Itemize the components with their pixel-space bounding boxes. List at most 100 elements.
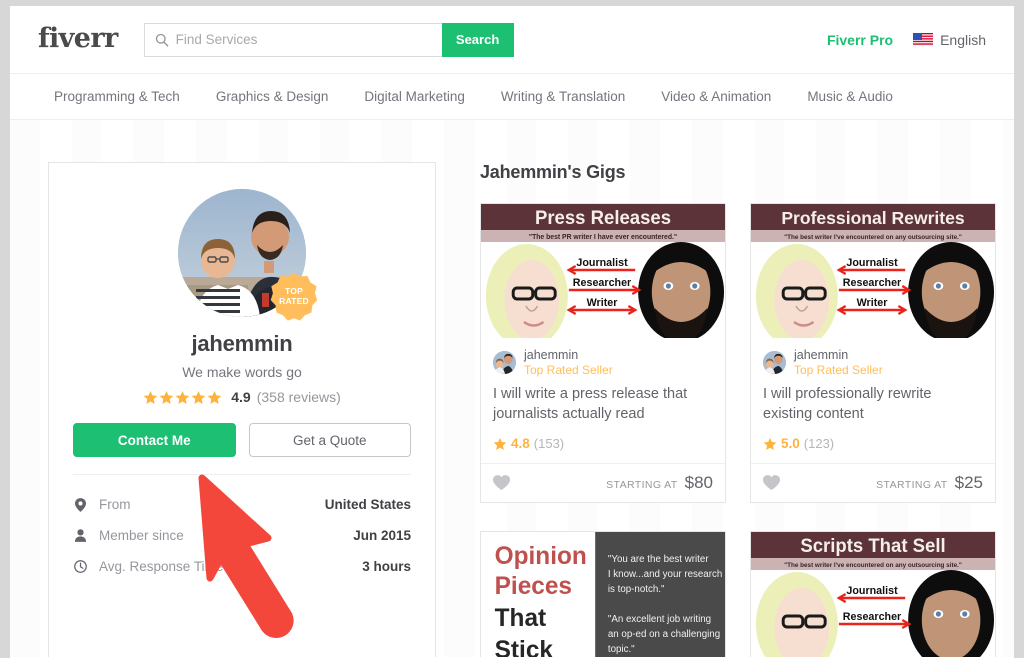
profile-action-buttons: Contact Me Get a Quote <box>73 423 411 457</box>
detail-value: Jun 2015 <box>353 528 411 543</box>
svg-text:topic.": topic." <box>608 644 635 655</box>
get-a-quote-button[interactable]: Get a Quote <box>248 423 411 457</box>
gig-thumbnail[interactable]: Scripts That Sell "The best writer I've … <box>751 532 995 657</box>
gig-thumbnail[interactable]: Press Releases "The best PR writer I hav… <box>481 204 725 338</box>
top-rated-badge: TOP RATED <box>270 273 318 321</box>
svg-text:an op-ed on a challenging: an op-ed on a challenging <box>608 629 720 640</box>
site-header: fiverr Search Fiverr Pro <box>10 6 1014 74</box>
gig-seller-meta: jahemmin Top Rated Seller <box>794 348 883 377</box>
contact-me-button[interactable]: Contact Me <box>73 423 236 457</box>
search-icon <box>155 33 169 47</box>
svg-text:Pieces: Pieces <box>495 573 572 600</box>
svg-text:Press Releases: Press Releases <box>535 207 671 228</box>
page-content: TOP RATED jahemmin We make words go 4.9 … <box>10 120 1014 657</box>
gig-seller-level: Top Rated Seller <box>794 363 883 377</box>
svg-text:I know...and your research: I know...and your research <box>608 569 722 580</box>
gig-grid: Press Releases "The best PR writer I hav… <box>480 203 996 657</box>
star-icon <box>763 437 777 451</box>
search-input[interactable] <box>175 32 432 47</box>
seller-username: jahemmin <box>191 331 293 356</box>
gig-card-press-releases[interactable]: Press Releases "The best PR writer I hav… <box>480 203 726 504</box>
gigs-section: Jahemmin's Gigs Press Releases "The best… <box>480 162 996 657</box>
top-rated-badge-text: TOP RATED <box>270 273 318 321</box>
svg-text:"The best PR writer I have eve: "The best PR writer I have ever encounte… <box>529 234 677 241</box>
gig-rating-score: 5.0 <box>781 436 800 452</box>
heart-icon[interactable] <box>762 475 781 491</box>
fiverr-logo[interactable]: fiverr <box>38 25 118 55</box>
svg-text:is top-notch.": is top-notch." <box>608 584 665 595</box>
nav-item-video-animation[interactable]: Video & Animation <box>643 89 789 104</box>
nav-item-writing-translation[interactable]: Writing & Translation <box>483 89 643 104</box>
gig-seller-level: Top Rated Seller <box>524 363 613 377</box>
gig-price-label: STARTING AT <box>606 479 678 492</box>
svg-text:"You are the best writer: "You are the best writer <box>608 554 709 565</box>
star-icon <box>159 390 174 405</box>
search-input-container[interactable] <box>143 22 442 57</box>
svg-text:Opinion: Opinion <box>495 543 587 570</box>
gig-thumbnail[interactable]: Professional Rewrites "The best writer I… <box>751 204 995 338</box>
svg-text:Journalist: Journalist <box>846 585 898 597</box>
rating-score: 4.9 <box>231 389 251 405</box>
seller-avatar <box>493 351 516 375</box>
gig-card-scripts-that-sell[interactable]: Scripts That Sell "The best writer I've … <box>750 531 996 657</box>
star-icon <box>143 390 158 405</box>
profile-detail-response-time: Avg. Response Time 3 hours <box>73 551 411 582</box>
browser-page: fiverr Search Fiverr Pro <box>10 6 1014 658</box>
fiverr-pro-link[interactable]: Fiverr Pro <box>827 32 893 48</box>
gig-footer: STARTING AT $80 <box>481 463 725 502</box>
gig-seller-name: jahemmin <box>524 348 579 362</box>
seller-tagline: We make words go <box>182 364 302 380</box>
nav-item-digital-marketing[interactable]: Digital Marketing <box>346 89 483 104</box>
detail-value: 3 hours <box>362 559 411 574</box>
gig-thumbnail[interactable]: Opinion Pieces That Stick "You are the b… <box>481 532 725 657</box>
gig-description[interactable]: I will write a press release that journa… <box>493 385 713 425</box>
seller-avatar <box>763 351 786 375</box>
svg-text:Journalist: Journalist <box>576 257 628 269</box>
search-button[interactable]: Search <box>441 22 514 57</box>
star-icon <box>191 390 206 405</box>
location-pin-icon <box>73 497 87 512</box>
us-flag-icon <box>913 33 934 46</box>
svg-text:Journalist: Journalist <box>846 257 898 269</box>
heart-icon[interactable] <box>492 475 511 491</box>
two-column-layout: TOP RATED jahemmin We make words go 4.9 … <box>10 162 1014 657</box>
gig-rating: 4.8 (153) <box>493 436 713 451</box>
star-icon <box>175 390 190 405</box>
gig-card-opinion-pieces[interactable]: Opinion Pieces That Stick "You are the b… <box>480 531 726 657</box>
gig-rating-count: (123) <box>803 436 835 452</box>
gig-description[interactable]: I will professionally rewrite existing c… <box>763 385 983 425</box>
gig-seller-name: jahemmin <box>794 348 849 362</box>
svg-text:Researcher: Researcher <box>843 611 902 623</box>
svg-text:"An excellent job writing: "An excellent job writing <box>608 614 711 625</box>
header-right-actions: Fiverr Pro English <box>827 32 986 48</box>
profile-detail-member-since: Member since Jun 2015 <box>73 520 411 551</box>
person-icon <box>73 529 87 542</box>
gig-seller-row[interactable]: jahemmin Top Rated Seller <box>493 348 713 377</box>
svg-text:Writer: Writer <box>587 297 619 309</box>
gig-price: $25 <box>954 473 983 493</box>
svg-text:Scripts That Sell: Scripts That Sell <box>800 535 945 556</box>
card-divider <box>73 474 411 475</box>
nav-item-graphics-design[interactable]: Graphics & Design <box>198 89 347 104</box>
svg-text:Researcher: Researcher <box>843 277 902 289</box>
detail-label: Member since <box>99 528 184 543</box>
gig-seller-row[interactable]: jahemmin Top Rated Seller <box>763 348 983 377</box>
nav-item-music-audio[interactable]: Music & Audio <box>789 89 911 104</box>
svg-text:"The best writer I've encounte: "The best writer I've encountered on any… <box>784 234 962 241</box>
search-bar: Search <box>143 22 514 57</box>
gig-body: jahemmin Top Rated Seller I will write a… <box>481 338 725 463</box>
nav-item-programming-tech[interactable]: Programming & Tech <box>38 89 198 104</box>
language-selector[interactable]: English <box>913 32 986 48</box>
gig-card-professional-rewrites[interactable]: Professional Rewrites "The best writer I… <box>750 203 996 504</box>
detail-label: From <box>99 497 131 512</box>
profile-detail-from: From United States <box>73 489 411 520</box>
seller-profile-card: TOP RATED jahemmin We make words go 4.9 … <box>48 162 436 657</box>
svg-text:Professional Rewrites: Professional Rewrites <box>781 208 964 228</box>
gig-seller-meta: jahemmin Top Rated Seller <box>524 348 613 377</box>
star-icon <box>493 437 507 451</box>
gigs-section-title: Jahemmin's Gigs <box>480 162 626 182</box>
gig-footer: STARTING AT $25 <box>751 463 995 502</box>
gig-rating-score: 4.8 <box>511 436 530 452</box>
gig-body: jahemmin Top Rated Seller I will profess… <box>751 338 995 463</box>
gig-rating-count: (153) <box>533 436 565 452</box>
